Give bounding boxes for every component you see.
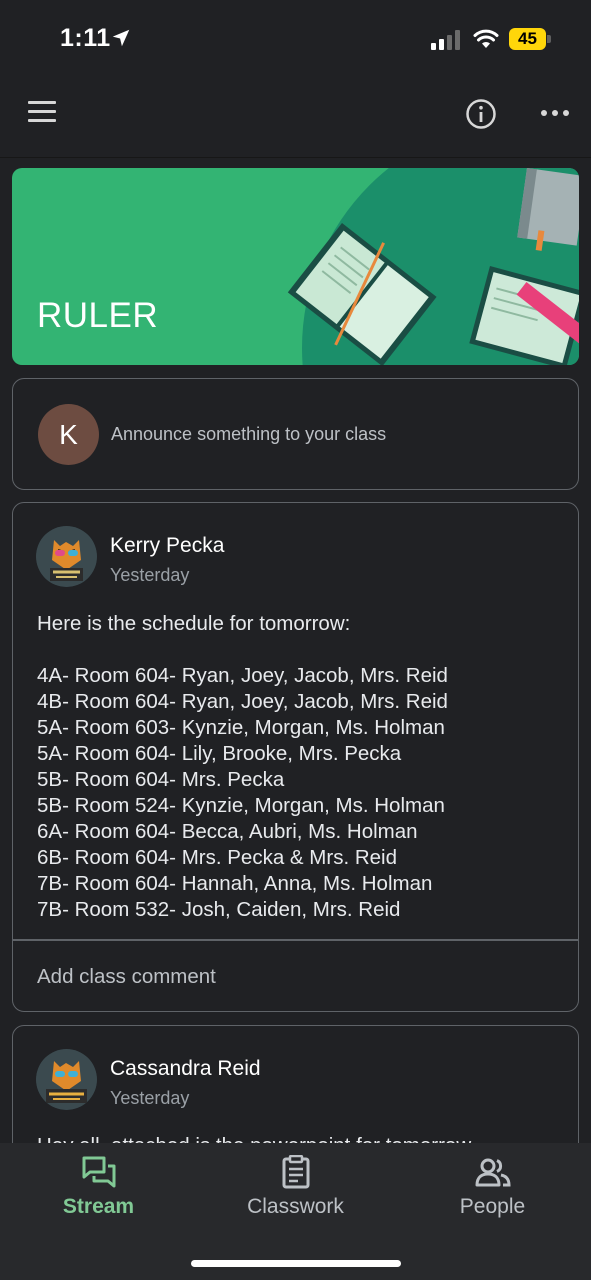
location-arrow-icon bbox=[112, 29, 130, 47]
post-author: Kerry Pecka bbox=[110, 534, 225, 557]
info-icon[interactable] bbox=[465, 98, 497, 130]
class-title: RULER bbox=[37, 296, 159, 335]
people-icon bbox=[475, 1158, 511, 1187]
schedule-line: 7B- Room 532- Josh, Caiden, Mrs. Reid bbox=[37, 898, 401, 921]
bottom-navigation: Stream Classwork People bbox=[0, 1143, 591, 1280]
add-class-comment-input[interactable]: Add class comment bbox=[37, 965, 216, 989]
status-time: 1:11 bbox=[60, 24, 111, 52]
post-time: Yesterday bbox=[110, 565, 190, 585]
post-intro: Here is the schedule for tomorrow: bbox=[37, 612, 351, 635]
schedule-line: 6A- Room 604- Becca, Aubri, Ms. Holman bbox=[37, 820, 418, 843]
more-vert-icon[interactable] bbox=[540, 108, 570, 118]
battery-level: 45 bbox=[509, 28, 546, 50]
post-time: Yesterday bbox=[110, 1088, 190, 1108]
tab-label: Stream bbox=[62, 1195, 135, 1218]
tab-stream[interactable]: Stream bbox=[0, 1155, 197, 1219]
app-bar bbox=[0, 78, 591, 158]
avatar: K bbox=[38, 404, 99, 465]
schedule-line: 5B- Room 524- Kynzie, Morgan, Ms. Holman bbox=[37, 794, 445, 817]
divider bbox=[13, 939, 578, 941]
stream-icon bbox=[82, 1156, 115, 1188]
schedule-line: 6B- Room 604- Mrs. Pecka & Mrs. Reid bbox=[37, 846, 397, 869]
post-author: Cassandra Reid bbox=[110, 1057, 261, 1080]
tiger-avatar-icon bbox=[36, 1049, 97, 1110]
tab-classwork[interactable]: Classwork bbox=[197, 1155, 394, 1219]
stream-feed[interactable]: RULER K Announce something to your class… bbox=[0, 158, 591, 1143]
cellular-signal-icon bbox=[431, 30, 460, 50]
class-banner: RULER bbox=[12, 168, 579, 365]
schedule-line: 4B- Room 604- Ryan, Joey, Jacob, Mrs. Re… bbox=[37, 690, 448, 713]
tab-label: Classwork bbox=[247, 1195, 344, 1218]
menu-icon[interactable] bbox=[28, 101, 56, 123]
post-card: Kerry Pecka Yesterday Here is the schedu… bbox=[12, 502, 579, 1012]
battery-tip bbox=[547, 35, 551, 43]
tab-label: People bbox=[459, 1195, 526, 1218]
status-bar: 1:11 45 bbox=[0, 0, 591, 78]
home-indicator[interactable] bbox=[191, 1260, 401, 1267]
post-body: Here is the schedule for tomorrow: 4A- R… bbox=[37, 611, 567, 923]
announce-input[interactable]: Announce something to your class bbox=[111, 424, 386, 445]
post-body: Hey all, attached is the powerpoint for … bbox=[37, 1134, 471, 1143]
schedule-line: 5A- Room 603- Kynzie, Morgan, Ms. Holman bbox=[37, 716, 445, 739]
schedule-line: 7B- Room 604- Hannah, Anna, Ms. Holman bbox=[37, 872, 433, 895]
wifi-icon bbox=[473, 29, 499, 48]
schedule-line: 5B- Room 604- Mrs. Pecka bbox=[37, 768, 285, 791]
schedule-line: 5A- Room 604- Lily, Brooke, Mrs. Pecka bbox=[37, 742, 402, 765]
post-card: Cassandra Reid Yesterday Hey all, attach… bbox=[12, 1025, 579, 1143]
classwork-icon bbox=[282, 1155, 309, 1189]
tab-people[interactable]: People bbox=[394, 1155, 591, 1219]
battery-indicator: 45 bbox=[509, 28, 551, 50]
announce-card[interactable]: K Announce something to your class bbox=[12, 378, 579, 490]
schedule-line: 4A- Room 604- Ryan, Joey, Jacob, Mrs. Re… bbox=[37, 664, 448, 687]
tiger-avatar-icon bbox=[36, 526, 97, 587]
